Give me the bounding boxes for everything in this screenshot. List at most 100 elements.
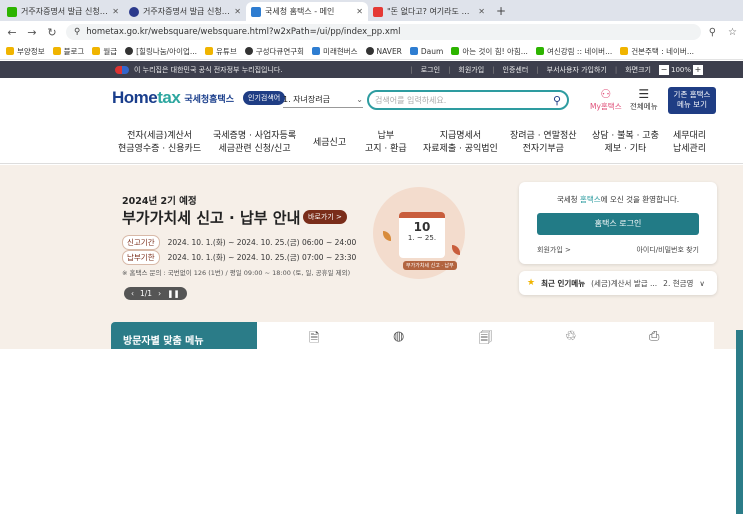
nav-certificates[interactable]: 국세증명 · 사업자등록 세금관련 신청/신고: [213, 130, 296, 156]
close-tab-icon[interactable]: ✕: [234, 7, 241, 16]
zoom-in-button[interactable]: +: [693, 64, 703, 75]
bookmark-item[interactable]: 구성다큐연구회: [244, 46, 305, 57]
bookmark-label: 블로그: [63, 46, 85, 56]
receipt-icon[interactable]: 🗐: [479, 329, 492, 351]
bookmark-item[interactable]: 아는 것이 힘! 아힘...: [451, 46, 528, 57]
reload-icon[interactable]: ↻: [46, 26, 58, 39]
legacy-menu-button[interactable]: 기존 홈택스 메뉴 보기: [668, 87, 716, 114]
hometax-logo[interactable]: Hometax 국세청홈택스: [112, 88, 234, 108]
calendar-day: 10: [413, 220, 431, 234]
printer-icon[interactable]: ⎙: [649, 329, 659, 344]
browser-tab[interactable]: 거주자증명서 발급 신청 : 네이버 ✕: [2, 2, 124, 21]
chevron-down-icon[interactable]: ∨: [699, 279, 705, 288]
nav-e-invoice[interactable]: 전자(세금)계산서 현금영수증 · 신용카드: [118, 130, 201, 156]
screen-size-label: 화면크기: [625, 65, 651, 74]
filing-period-tag: 신고기간: [122, 235, 160, 250]
browser-tab-strip: 거주자증명서 발급 신청 : 네이버 ✕ 거주자증명서 발급 신청 | 민원 ✕…: [0, 0, 743, 21]
calendar-range: 1. ~ 25.: [407, 234, 437, 242]
prev-icon[interactable]: ‹: [131, 289, 134, 298]
bookmark-item[interactable]: NAVER: [365, 47, 402, 56]
legacy-menu-line1: 기존 홈택스: [673, 90, 711, 99]
money-bag-icon[interactable]: ◍: [393, 329, 404, 344]
nav-tax-return[interactable]: 세금신고: [313, 137, 346, 150]
visitor-menu-heading: 방문자별 맞춤 메뉴: [111, 322, 257, 349]
nav-incentives[interactable]: 장려금 · 연말정산 전자기부금: [510, 130, 577, 156]
browser-tab[interactable]: "돈 없다고? 여기라도 사라" 스 ✕: [368, 2, 490, 21]
popular-search-select[interactable]: 1. 자녀장려금 ⌄: [283, 92, 363, 108]
blog-icon: [535, 47, 544, 55]
dept-user-link[interactable]: 부서사용자 가입하기: [547, 65, 607, 75]
bookmark-item[interactable]: [힐링나눔/아이업...: [125, 46, 197, 57]
new-tab-button[interactable]: +: [490, 2, 512, 21]
contact-note: ※ 홈택스 문의 : 국번없이 126 (1번) / 평일 09:00 ~ 18…: [122, 269, 351, 277]
bookmark-label: 미래현버스: [323, 46, 358, 56]
bookmark-item[interactable]: 부양정보: [6, 46, 45, 57]
pause-icon[interactable]: ❚❚: [167, 289, 180, 298]
browser-tab-active[interactable]: 국세청 홈택스 - 메인 ✕: [246, 2, 368, 21]
search-icon[interactable]: ⚲: [553, 94, 561, 107]
hometax-favicon-icon: [251, 6, 261, 17]
nav-payment[interactable]: 납부 고지 · 환급: [365, 130, 407, 156]
bookmark-item[interactable]: 건본주택 : 네이버...: [620, 46, 694, 57]
handshake-icon[interactable]: ♲: [565, 329, 577, 344]
nav-tax-agent[interactable]: 세무대리 납세관리: [673, 130, 706, 156]
folder-icon: [620, 47, 629, 55]
bookmark-item[interactable]: 블로그: [52, 46, 85, 57]
popular-menu-item[interactable]: 2. 현금영: [663, 278, 693, 289]
login-button[interactable]: 홈택스 로그인: [537, 213, 699, 235]
site-info-icon[interactable]: ⚲: [74, 27, 80, 37]
login-link[interactable]: 로그인: [421, 65, 440, 75]
bookmark-label: 부양정보: [17, 46, 45, 56]
document-icon[interactable]: 🗎: [309, 329, 319, 351]
zoom-control: − 100% +: [658, 64, 703, 75]
all-menu-button[interactable]: ☰ 전체메뉴: [630, 88, 658, 112]
calendar-tag: 부가가치세 신고 · 납부: [403, 261, 457, 270]
pager-count: 1/1: [140, 289, 153, 298]
bookmark-item[interactable]: 유튜브: [205, 46, 237, 57]
forward-icon[interactable]: →: [26, 26, 38, 39]
calendar-illustration: 10 1. ~ 25.: [399, 212, 445, 258]
logo-home: Home: [112, 88, 158, 107]
browser-tab[interactable]: 거주자증명서 발급 신청 | 민원 ✕: [124, 2, 246, 21]
popular-menu-item[interactable]: (세금)계산서 발급 ...: [591, 278, 657, 289]
globe-icon: [365, 47, 374, 55]
nav-payment-statement[interactable]: 지급명세서 자료제출 · 공익법인: [423, 130, 498, 156]
back-icon[interactable]: ←: [6, 26, 18, 39]
bookmark-label: 구성다큐연구회: [255, 46, 305, 56]
bookmark-star-icon[interactable]: ☆: [728, 27, 737, 38]
bookmark-item[interactable]: 여신강림 :: 네이버...: [535, 46, 612, 57]
popular-menu-label: 최근 인기메뉴: [541, 278, 586, 288]
my-hometax-link[interactable]: ⚇ My홈택스: [590, 88, 622, 112]
signup-link[interactable]: 회원가입: [458, 65, 484, 75]
bookmark-item[interactable]: 미래현버스: [312, 46, 358, 57]
gov-banner-text: 이 누리집은 대한민국 공식 전자정부 누리집입니다.: [134, 65, 283, 74]
close-tab-icon[interactable]: ✕: [356, 7, 363, 16]
payment-deadline-tag: 납부기한: [122, 250, 160, 265]
close-tab-icon[interactable]: ✕: [478, 7, 485, 16]
global-nav: 전자(세금)계산서 현금영수증 · 신용카드 국세증명 · 사업자등록 세금관련 신…: [0, 124, 743, 164]
recent-popular-menu[interactable]: ★ 최근 인기메뉴 (세금)계산서 발급 ... 2. 현금영 ∨: [519, 271, 717, 295]
filing-period-row: 신고기간 2024. 10. 1.(화) ~ 2024. 10. 25.(금) …: [122, 235, 356, 250]
find-account-link[interactable]: 아이디/비밀번호 찾기: [636, 245, 699, 255]
bus-icon: [312, 47, 321, 55]
url-field[interactable]: ⚲ hometax.go.kr/websquare/websquare.html…: [66, 24, 701, 40]
next-icon[interactable]: ›: [158, 289, 161, 298]
promo-shortcut-button[interactable]: 바로가기 >: [303, 210, 347, 224]
site-header: Hometax 국세청홈택스 인기검색어 1. 자녀장려금 ⌄ 검색어를 입력하…: [0, 78, 743, 124]
bookmark-item[interactable]: Daum: [409, 47, 443, 56]
close-tab-icon[interactable]: ✕: [112, 7, 119, 16]
all-menu-label: 전체메뉴: [630, 102, 658, 111]
zoom-icon[interactable]: ⚲: [709, 27, 716, 38]
url-text: hometax.go.kr/websquare/websquare.html?w…: [86, 27, 401, 37]
join-link[interactable]: 회원가입 >: [537, 245, 571, 255]
cert-center-link[interactable]: 인증센터: [503, 65, 529, 75]
globe-icon: [244, 47, 253, 55]
main-visual: 2024년 2기 예정 부가가치세 신고 · 납부 안내 바로가기 > 신고기간…: [0, 165, 743, 514]
zoom-out-button[interactable]: −: [658, 64, 669, 75]
nav-consulting[interactable]: 상담 · 불복 · 고충 제보 · 기타: [592, 130, 659, 156]
banner-pager[interactable]: ‹ 1/1 › ❚❚: [124, 287, 187, 300]
side-tab[interactable]: [736, 330, 743, 514]
bookmark-item[interactable]: 월급: [92, 46, 117, 57]
search-input[interactable]: 검색어를 입력하세요. ⚲: [367, 90, 569, 110]
filing-period-value: 2024. 10. 1.(화) ~ 2024. 10. 25.(금) 06:00…: [167, 238, 357, 247]
